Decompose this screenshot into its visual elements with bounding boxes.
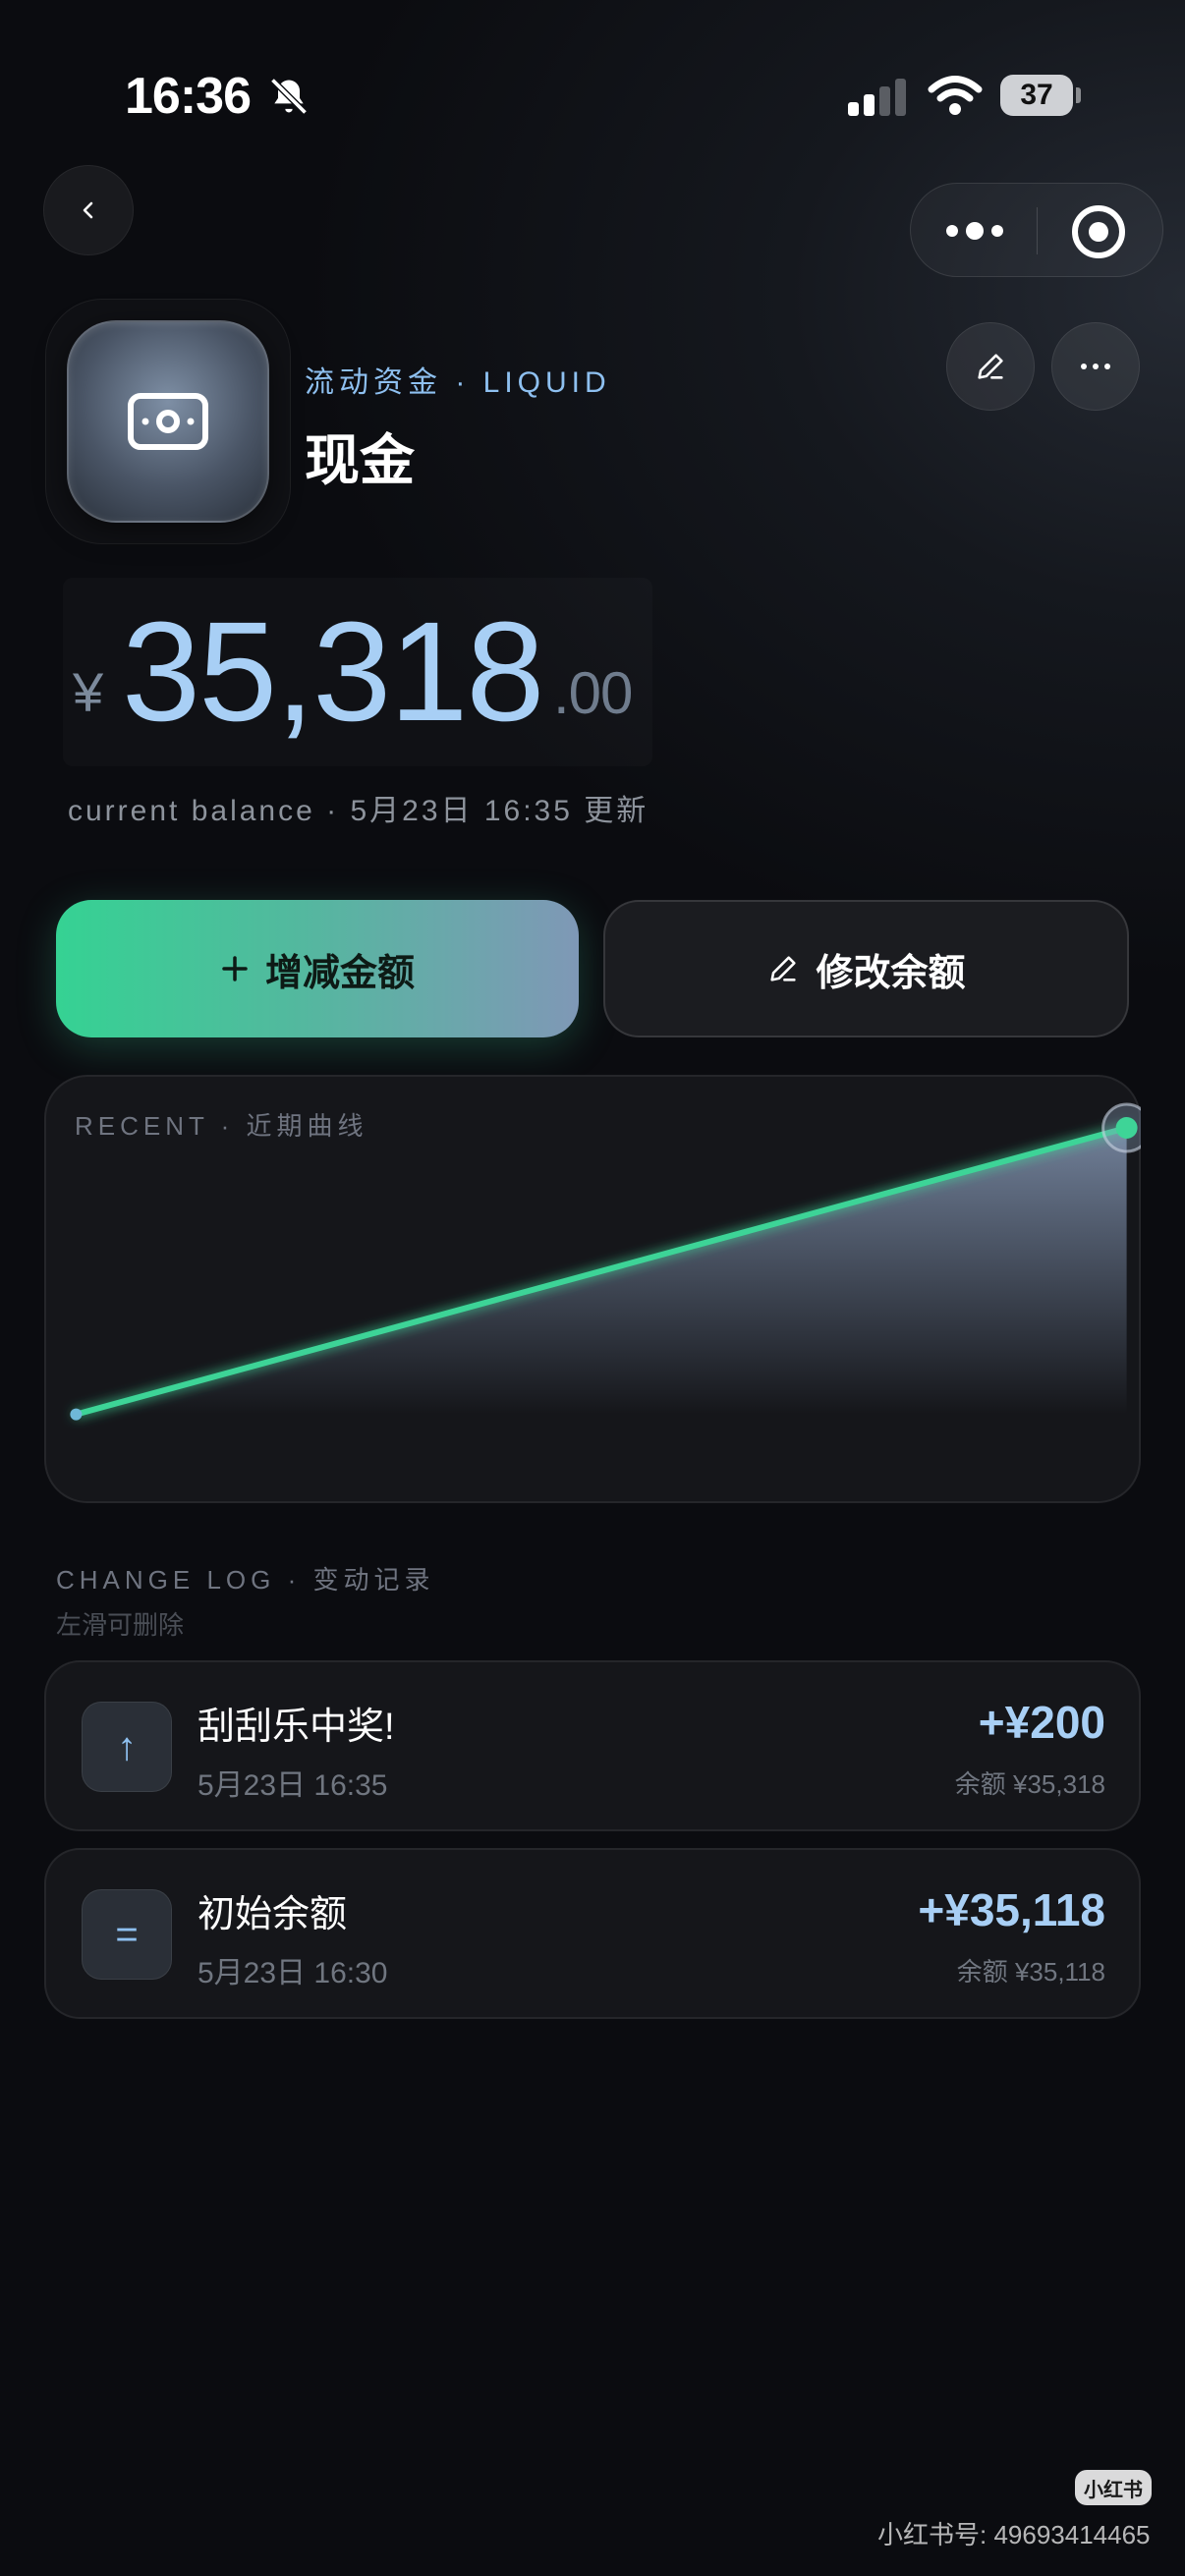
- chart-point: [1115, 1117, 1138, 1139]
- log-item-time: 5月23日 16:35: [198, 1769, 388, 1802]
- battery-level: 37: [1000, 75, 1073, 116]
- log-item-name: 初始余额: [198, 1894, 348, 1935]
- chart-point: [70, 1408, 83, 1421]
- bell-muted-icon: [270, 78, 308, 115]
- watermark-text: 小红书号: 49693414465: [877, 2520, 1151, 2549]
- battery-icon: 37: [1000, 75, 1081, 116]
- balance-integer: 35,318: [122, 592, 544, 751]
- log-item-name: 刮刮乐中奖!: [198, 1707, 395, 1748]
- cash-icon: [128, 393, 208, 450]
- balance-currency: ¥: [73, 661, 104, 723]
- capsule-close-button[interactable]: [1068, 201, 1129, 262]
- log-item-time: 5月23日 16:30: [198, 1957, 388, 1989]
- equals-icon: =: [82, 1889, 172, 1980]
- status-time: 16:36: [125, 68, 252, 125]
- balance-caption: current balance · 5月23日 16:35 更新: [68, 795, 649, 827]
- ellipsis-icon: [1081, 364, 1110, 369]
- pencil-icon: [978, 354, 1003, 379]
- chevron-left-icon: [83, 201, 93, 219]
- adjust-amount-label: 增减金额: [264, 952, 415, 994]
- modify-balance-button[interactable]: 修改余额: [603, 900, 1129, 1037]
- account-name: 现金: [305, 429, 415, 491]
- log-item-amount: +¥200: [978, 1697, 1105, 1748]
- modify-balance-label: 修改余额: [816, 952, 966, 994]
- mini-program-capsule: [910, 183, 1163, 277]
- change-log-hint: 左滑可删除: [56, 1610, 185, 1640]
- cellular-signal-icon: [848, 79, 906, 116]
- log-item[interactable]: ↑ 刮刮乐中奖! 5月23日 16:35 +¥200 余额 ¥35,318: [44, 1660, 1141, 1831]
- change-log-title: CHANGE LOG · 变动记录: [56, 1565, 435, 1595]
- account-icon: [67, 320, 269, 523]
- adjust-amount-button[interactable]: 增减金额: [56, 900, 579, 1037]
- balance-decimal: .00: [553, 660, 633, 726]
- balance-line-chart: [70, 1102, 1141, 1421]
- account-category: 流动资金 · LIQUID: [305, 366, 611, 399]
- target-icon: [1072, 205, 1125, 258]
- pencil-icon: [770, 956, 797, 981]
- capsule-more-button[interactable]: [940, 209, 1009, 252]
- plus-icon: [222, 956, 248, 981]
- edit-account-button[interactable]: [946, 322, 1035, 411]
- more-dots-icon: [946, 222, 1003, 240]
- log-item-amount: +¥35,118: [918, 1884, 1105, 1935]
- arrow-up-icon: ↑: [82, 1702, 172, 1792]
- wifi-icon: [928, 76, 983, 115]
- log-item[interactable]: = 初始余额 5月23日 16:30 +¥35,118 余额 ¥35,118: [44, 1848, 1141, 2019]
- log-item-balance: 余额 ¥35,318: [954, 1769, 1105, 1799]
- more-options-button[interactable]: [1051, 322, 1140, 411]
- log-item-balance: 余额 ¥35,118: [956, 1957, 1105, 1987]
- watermark-badge: 小红书: [1075, 2470, 1152, 2505]
- back-button[interactable]: [43, 165, 134, 255]
